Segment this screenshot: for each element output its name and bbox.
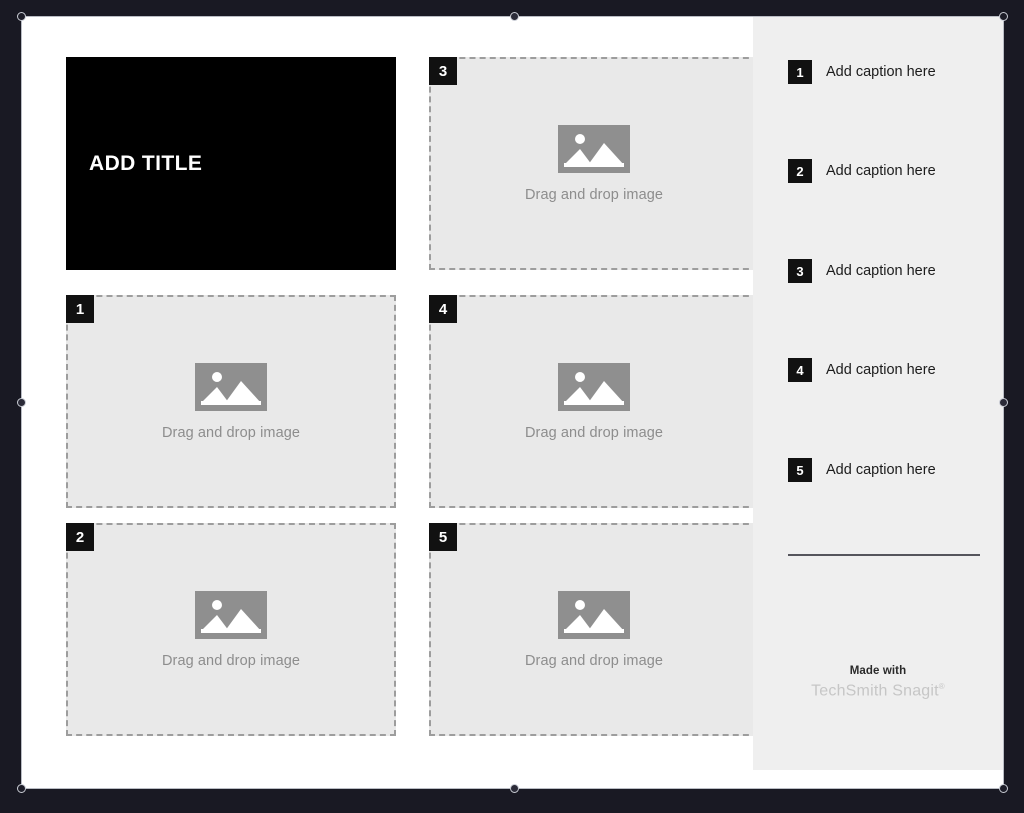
- branding-block: Made with TechSmith Snagit®: [753, 665, 1003, 700]
- sidebar-divider: [788, 554, 980, 556]
- image-placeholder-icon: [195, 362, 267, 411]
- branding-made-with-label: Made with: [849, 665, 907, 677]
- caption-row-4[interactable]: 4 Add caption here: [788, 358, 936, 382]
- caption-sidebar: 1 Add caption here 2 Add caption here 3 …: [753, 17, 1003, 770]
- image-placeholder-icon: [558, 124, 630, 173]
- image-slot-1[interactable]: 1 Drag and drop image: [66, 295, 396, 508]
- dropzone-label-5: Drag and drop image: [524, 652, 664, 669]
- caption-text-2[interactable]: Add caption here: [826, 159, 936, 183]
- handle-top-left[interactable]: [17, 12, 26, 21]
- slot-badge-4: 4: [429, 295, 457, 323]
- handle-bottom-center[interactable]: [510, 784, 519, 793]
- slot-badge-3: 3: [429, 57, 457, 85]
- handle-top-right[interactable]: [999, 12, 1008, 21]
- caption-text-5[interactable]: Add caption here: [826, 458, 936, 482]
- image-slot-4[interactable]: 4 Drag and drop image: [429, 295, 759, 508]
- image-dropzone-4[interactable]: Drag and drop image: [429, 295, 759, 508]
- slot-badge-2: 2: [66, 523, 94, 551]
- handle-bottom-right[interactable]: [999, 784, 1008, 793]
- handle-top-center[interactable]: [510, 12, 519, 21]
- dropzone-label-3: Drag and drop image: [524, 186, 664, 203]
- caption-badge-2: 2: [788, 159, 812, 183]
- caption-text-1[interactable]: Add caption here: [826, 60, 936, 84]
- image-dropzone-1[interactable]: Drag and drop image: [66, 295, 396, 508]
- handle-bottom-left[interactable]: [17, 784, 26, 793]
- caption-row-5[interactable]: 5 Add caption here: [788, 458, 936, 482]
- layout-grid: ADD TITLE 3 Drag and drop image 1 Drag a…: [66, 57, 759, 750]
- caption-row-3[interactable]: 3 Add caption here: [788, 259, 936, 283]
- image-dropzone-2[interactable]: Drag and drop image: [66, 523, 396, 736]
- canvas-stage[interactable]: ADD TITLE 3 Drag and drop image 1 Drag a…: [17, 12, 1008, 793]
- title-text[interactable]: ADD TITLE: [66, 152, 202, 176]
- title-block[interactable]: ADD TITLE: [66, 57, 396, 270]
- caption-badge-4: 4: [788, 358, 812, 382]
- slot-badge-1: 1: [66, 295, 94, 323]
- caption-badge-5: 5: [788, 458, 812, 482]
- dropzone-label-4: Drag and drop image: [524, 424, 664, 441]
- caption-row-2[interactable]: 2 Add caption here: [788, 159, 936, 183]
- dropzone-label-1: Drag and drop image: [161, 424, 301, 441]
- handle-middle-right[interactable]: [999, 398, 1008, 407]
- caption-row-1[interactable]: 1 Add caption here: [788, 60, 936, 84]
- caption-badge-3: 3: [788, 259, 812, 283]
- image-placeholder-icon: [558, 590, 630, 639]
- image-slot-3[interactable]: 3 Drag and drop image: [429, 57, 759, 270]
- caption-text-4[interactable]: Add caption here: [826, 358, 936, 382]
- handle-middle-left[interactable]: [17, 398, 26, 407]
- caption-text-3[interactable]: Add caption here: [826, 259, 936, 283]
- image-dropzone-5[interactable]: Drag and drop image: [429, 523, 759, 736]
- dropzone-label-2: Drag and drop image: [161, 652, 301, 669]
- branding-product-name: TechSmith Snagit: [811, 682, 939, 700]
- image-placeholder-icon: [195, 590, 267, 639]
- image-dropzone-3[interactable]: Drag and drop image: [429, 57, 759, 270]
- image-slot-5[interactable]: 5 Drag and drop image: [429, 523, 759, 736]
- caption-badge-1: 1: [788, 60, 812, 84]
- branding-product-label: TechSmith Snagit®: [753, 682, 1003, 700]
- slot-badge-5: 5: [429, 523, 457, 551]
- image-slot-2[interactable]: 2 Drag and drop image: [66, 523, 396, 736]
- branding-trademark: ®: [938, 682, 945, 691]
- image-placeholder-icon: [558, 362, 630, 411]
